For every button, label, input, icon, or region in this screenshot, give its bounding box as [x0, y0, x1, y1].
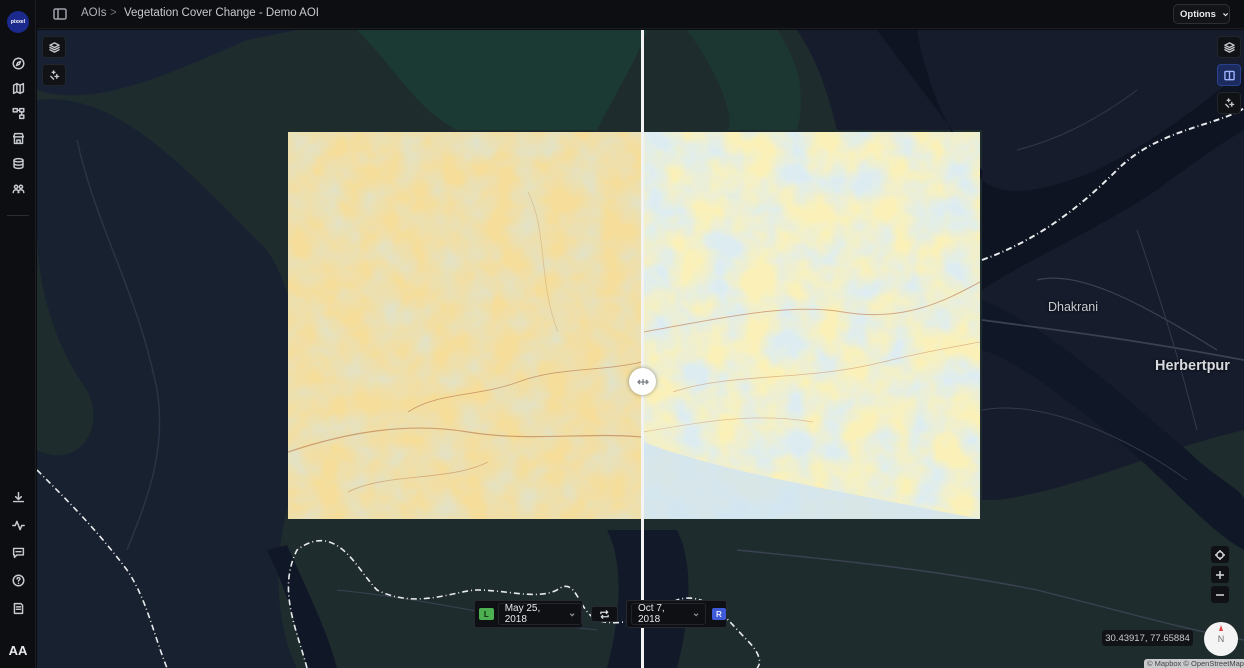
store-icon[interactable]: [8, 128, 28, 148]
layers-icon: [48, 41, 60, 53]
zoom-out-button[interactable]: [1211, 586, 1229, 603]
swap-dates-button[interactable]: [591, 606, 618, 622]
sparkle-icon: [49, 69, 59, 80]
topbar: AOIs > Vegetation Cover Change - Demo AO…: [37, 0, 1244, 29]
ndvi-raster-right: [643, 132, 980, 519]
chevron-down-icon: [1222, 12, 1228, 16]
layers-button-right[interactable]: [1217, 36, 1241, 58]
left-side-badge: L: [479, 608, 494, 620]
cursor-coordinates: 30.43917, 77.65884: [1102, 630, 1193, 646]
minus-icon: [1216, 593, 1224, 596]
place-label-dhakrani: Dhakrani: [1048, 300, 1099, 314]
ai-tools-button-right[interactable]: [1217, 92, 1241, 114]
right-side-badge: R: [711, 608, 726, 620]
crosshair-icon: [1215, 549, 1225, 560]
swap-icon: [600, 609, 609, 619]
map-canvas[interactable]: Dhakrani Herbertpur 30.43917, 77.65884 N…: [37, 30, 1244, 668]
swipe-divider[interactable]: [641, 30, 644, 668]
compare-mode-button[interactable]: [1217, 64, 1241, 86]
right-date-value: Oct 7, 2018: [638, 603, 665, 625]
feedback-icon[interactable]: [8, 542, 28, 562]
zoom-in-button[interactable]: [1211, 566, 1229, 583]
docs-icon[interactable]: [8, 598, 28, 618]
ai-tools-button-left[interactable]: [42, 64, 66, 86]
compare-left-group: L May 25, 2018: [474, 600, 583, 628]
pixxel-logo[interactable]: pixxel: [7, 11, 29, 33]
database-icon[interactable]: [8, 153, 28, 173]
chevron-down-icon: [693, 612, 698, 617]
map-attribution[interactable]: © Mapbox © OpenStreetMap: [1144, 659, 1244, 668]
sparkle-icon: [1224, 97, 1234, 108]
place-label-herbertpur: Herbertpur: [1155, 358, 1230, 374]
sidebar: pixxel AA: [0, 0, 36, 668]
breadcrumb-aois-link[interactable]: AOIs: [81, 7, 107, 19]
panel-toggle-icon[interactable]: [53, 7, 67, 21]
left-date-select[interactable]: May 25, 2018: [497, 603, 582, 625]
swipe-handle[interactable]: [629, 368, 656, 395]
layers-icon: [1223, 41, 1235, 53]
layers-button-left[interactable]: [42, 36, 66, 58]
map-icon[interactable]: [8, 78, 28, 98]
compass-needle-icon: [1219, 625, 1223, 631]
plus-icon: [1216, 570, 1224, 579]
options-button[interactable]: Options: [1173, 4, 1230, 24]
sidebar-divider: [7, 215, 29, 216]
split-view-icon: [1223, 70, 1235, 80]
team-icon[interactable]: [8, 178, 28, 198]
compass-button[interactable]: N: [1204, 622, 1238, 656]
user-avatar[interactable]: AA: [5, 639, 31, 661]
download-icon[interactable]: [8, 487, 28, 507]
activity-icon[interactable]: [8, 515, 28, 535]
breadcrumb-separator: >: [110, 7, 117, 19]
left-date-value: May 25, 2018: [504, 603, 541, 625]
ndvi-raster-left: [288, 132, 642, 519]
compass-label: N: [1217, 634, 1225, 644]
workflow-icon[interactable]: [8, 103, 28, 123]
locate-button[interactable]: [1211, 546, 1229, 563]
help-icon[interactable]: [8, 570, 28, 590]
compare-right-group: Oct 7, 2018 R: [626, 600, 727, 628]
options-label: Options: [1180, 8, 1216, 20]
compass-icon[interactable]: [8, 53, 28, 73]
right-date-select[interactable]: Oct 7, 2018: [631, 603, 706, 625]
page-title: Vegetation Cover Change - Demo AOI: [124, 7, 319, 19]
chevron-down-icon: [569, 612, 575, 617]
drag-arrows-icon: [636, 378, 649, 385]
